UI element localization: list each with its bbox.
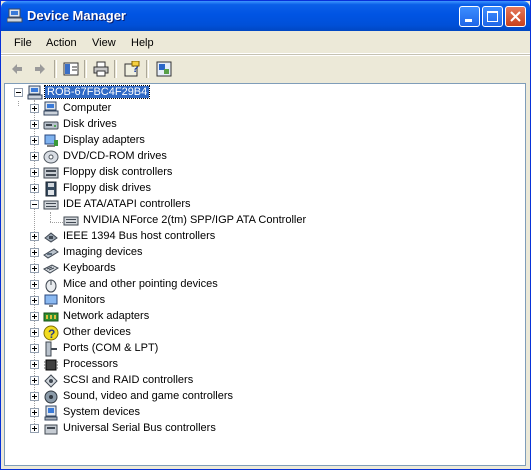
- scsi-controller-icon: [43, 373, 59, 389]
- keyboard-icon: [43, 261, 60, 277]
- toolbar: ?: [1, 55, 530, 82]
- tree-category-label: System devices: [63, 406, 141, 418]
- expand-icon[interactable]: [30, 424, 39, 433]
- menu-action[interactable]: Action: [46, 37, 77, 49]
- expand-icon[interactable]: [30, 152, 39, 161]
- update-driver-icon[interactable]: [154, 59, 174, 79]
- ide-controller-icon: [63, 213, 79, 229]
- collapse-icon[interactable]: [14, 88, 23, 97]
- imaging-device-icon: [43, 245, 59, 261]
- ieee1394-icon: [43, 229, 59, 245]
- tree-category-label: IDE ATA/ATAPI controllers: [63, 198, 191, 210]
- tree-category-label: Keyboards: [63, 262, 116, 274]
- expand-icon[interactable]: [30, 280, 39, 289]
- tree-category-label: Display adapters: [63, 134, 145, 146]
- expand-icon[interactable]: [30, 376, 39, 385]
- expand-icon[interactable]: [30, 312, 39, 321]
- tree-category-label: Other devices: [63, 326, 131, 338]
- tree-category-label: Ports (COM & LPT): [63, 342, 159, 354]
- expand-icon[interactable]: [30, 360, 39, 369]
- tree-category-label: Mice and other pointing devices: [63, 278, 218, 290]
- tree-category-label: Sound, video and game controllers: [63, 390, 233, 402]
- menu-help[interactable]: Help: [131, 37, 154, 49]
- print-icon[interactable]: [91, 59, 111, 79]
- show-hide-tree-icon[interactable]: [61, 59, 81, 79]
- expand-icon[interactable]: [30, 248, 39, 257]
- tree-category-label: Universal Serial Bus controllers: [63, 422, 216, 434]
- tree-category-label: Disk drives: [63, 118, 117, 130]
- system-device-icon: [43, 405, 59, 421]
- tree-category-label: Floppy disk drives: [63, 182, 152, 194]
- tree-category-label: DVD/CD-ROM drives: [63, 150, 167, 162]
- floppy-controller-icon: [43, 165, 59, 181]
- device-manager-icon: [6, 8, 23, 23]
- menu-file[interactable]: File: [14, 37, 32, 49]
- tree-category-label: Floppy disk controllers: [63, 166, 173, 178]
- tree-category-label: SCSI and RAID controllers: [63, 374, 194, 386]
- title-bar[interactable]: Device Manager: [1, 1, 530, 31]
- monitor-icon: [43, 293, 59, 309]
- tree-category-label: Computer: [63, 102, 112, 114]
- device-tree[interactable]: ROB-67FBC4F29B4 Computer Disk drives Displa…: [4, 83, 526, 466]
- expand-icon[interactable]: [30, 264, 39, 273]
- floppy-drive-icon: [43, 181, 59, 197]
- computer-icon: [43, 101, 59, 117]
- expand-icon[interactable]: [30, 408, 39, 417]
- window-title: Device Manager: [27, 8, 126, 23]
- maximize-button[interactable]: [482, 6, 503, 27]
- tree-category-label: Processors: [63, 358, 119, 370]
- close-button[interactable]: [505, 6, 526, 27]
- tree-category-label: Monitors: [63, 294, 106, 306]
- back-arrow-icon[interactable]: [7, 59, 27, 79]
- mouse-icon: [43, 277, 59, 293]
- collapse-icon[interactable]: [30, 200, 39, 209]
- tree-category-label: Imaging devices: [63, 246, 143, 258]
- display-adapter-icon: [43, 133, 59, 149]
- cdrom-icon: [43, 149, 59, 165]
- forward-arrow-icon[interactable]: [30, 59, 50, 79]
- sound-icon: [43, 389, 59, 405]
- device-manager-window: Device Manager File Action View Help ? R…: [0, 0, 531, 470]
- expand-icon[interactable]: [30, 136, 39, 145]
- expand-icon[interactable]: [30, 392, 39, 401]
- expand-icon[interactable]: [30, 184, 39, 193]
- expand-icon[interactable]: [30, 168, 39, 177]
- expand-icon[interactable]: [30, 296, 39, 305]
- help-properties-icon[interactable]: ?: [122, 59, 142, 79]
- usb-icon: [43, 421, 59, 437]
- expand-icon[interactable]: [30, 104, 39, 113]
- menu-bar: File Action View Help: [1, 32, 530, 54]
- expand-icon[interactable]: [30, 328, 39, 337]
- disk-drive-icon: [43, 117, 59, 133]
- network-adapter-icon: [43, 309, 59, 325]
- port-icon: [43, 341, 59, 357]
- expand-icon[interactable]: [30, 344, 39, 353]
- tree-category-label: Network adapters: [63, 310, 150, 322]
- tree-category-label: IEEE 1394 Bus host controllers: [63, 230, 216, 242]
- processor-icon: [43, 357, 59, 373]
- svg-text:?: ?: [48, 327, 55, 341]
- tree-root-label: ROB-67FBC4F29B4: [43, 85, 151, 99]
- ide-controller-icon: [43, 197, 59, 213]
- expand-icon[interactable]: [30, 120, 39, 129]
- question-mark-icon: ?: [43, 325, 59, 341]
- expand-icon[interactable]: [30, 232, 39, 241]
- menu-view[interactable]: View: [92, 37, 116, 49]
- tree-device-label: NVIDIA NForce 2(tm) SPP/IGP ATA Controll…: [83, 214, 307, 226]
- minimize-button[interactable]: [459, 6, 480, 27]
- computer-icon: [27, 85, 43, 101]
